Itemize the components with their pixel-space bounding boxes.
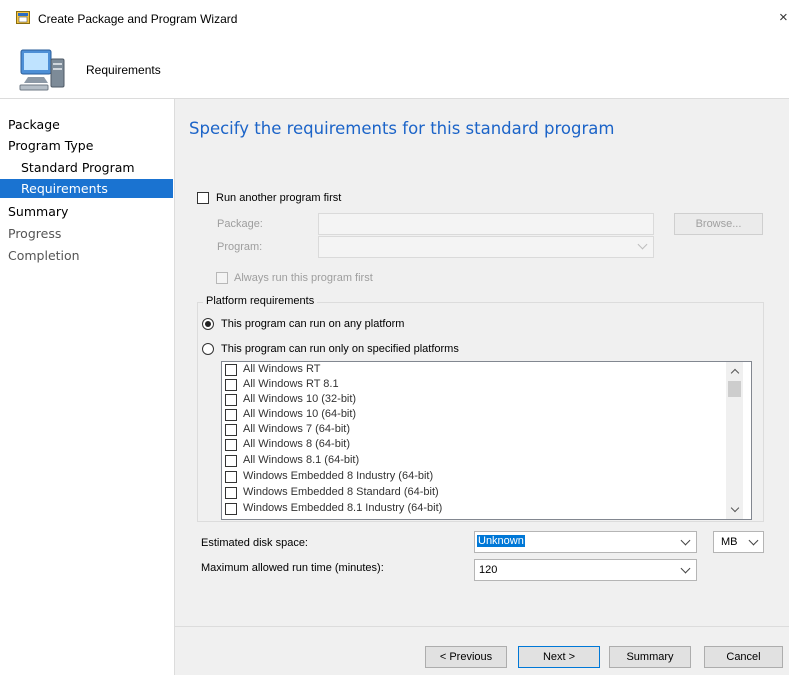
platform-list[interactable]: All Windows RT All Windows RT 8.1 All Wi… — [221, 361, 752, 520]
run-another-program-checkbox[interactable] — [197, 192, 209, 204]
close-icon[interactable]: × — [779, 9, 788, 26]
program-label: Program: — [217, 241, 263, 253]
specified-platforms-radio[interactable] — [202, 343, 214, 355]
list-item[interactable]: All Windows 10 (32-bit) — [222, 392, 722, 407]
list-item[interactable]: All Windows RT — [222, 362, 722, 377]
next-button[interactable]: Next > — [518, 646, 600, 668]
list-item[interactable]: Windows Embedded 8.1 Industry (64-bit) — [222, 501, 722, 516]
package-field[interactable] — [318, 213, 654, 235]
sidebar-item-label: Completion — [8, 248, 80, 263]
disk-space-label: Estimated disk space: — [201, 537, 308, 549]
run-time-value: 120 — [479, 564, 498, 576]
computer-icon — [19, 49, 65, 91]
platform-label: Windows Embedded 8 Standard (64-bit) — [243, 486, 439, 498]
list-item[interactable]: Windows Embedded 8 Standard (64-bit) — [222, 485, 722, 500]
platform-label: All Windows 8 (64-bit) — [243, 438, 350, 450]
sidebar-item-label: Summary — [8, 204, 69, 219]
sidebar-item-completion: Completion — [0, 246, 173, 266]
list-item[interactable]: All Windows 8.1 (64-bit) — [222, 453, 722, 468]
list-item[interactable]: All Windows 10 (64-bit) — [222, 407, 722, 422]
always-run-first-checkbox[interactable] — [216, 272, 228, 284]
disk-space-value: Unknown — [477, 535, 525, 547]
sidebar-item-label: Progress — [8, 226, 62, 241]
sidebar-item-package[interactable]: Package — [0, 115, 173, 135]
platform-checkbox[interactable] — [225, 364, 237, 376]
platform-checkbox[interactable] — [225, 394, 237, 406]
window-title: Create Package and Program Wizard — [38, 12, 238, 26]
platform-label: Windows Embedded 8 Industry (64-bit) — [243, 470, 434, 482]
platform-label: All Windows RT 8.1 — [243, 378, 339, 390]
any-platform-radio[interactable] — [202, 318, 214, 330]
disk-unit-value: MB — [721, 536, 738, 548]
platform-checkbox[interactable] — [225, 424, 237, 436]
platform-checkbox[interactable] — [225, 455, 237, 467]
list-item[interactable]: All Windows 7 (64-bit) — [222, 422, 722, 437]
any-platform-label: This program can run on any platform — [221, 318, 405, 330]
sidebar-item-label: Package — [8, 117, 60, 132]
list-item[interactable]: All Windows 8 (64-bit) — [222, 437, 722, 452]
platform-checkbox[interactable] — [225, 409, 237, 421]
summary-button[interactable]: Summary — [609, 646, 691, 668]
package-label: Package: — [217, 218, 263, 230]
platform-label: All Windows RT — [243, 363, 321, 375]
platform-label: All Windows 10 (32-bit) — [243, 393, 357, 405]
footer-divider — [175, 626, 789, 627]
program-dropdown[interactable] — [318, 236, 654, 258]
platform-checkbox[interactable] — [225, 471, 237, 483]
list-item[interactable]: All Windows RT 8.1 — [222, 377, 722, 392]
run-time-label: Maximum allowed run time (minutes): — [201, 562, 384, 574]
platform-label: All Windows 7 (64-bit) — [243, 423, 350, 435]
page-heading: Specify the requirements for this standa… — [189, 119, 615, 138]
sidebar-item-label: Program Type — [8, 138, 94, 153]
disk-space-dropdown[interactable]: Unknown — [474, 531, 697, 553]
sidebar-item-standard-program[interactable]: Standard Program — [0, 158, 173, 178]
wizard-steps-sidebar: Package Program Type Standard Program Re… — [0, 99, 173, 675]
platform-label: All Windows 10 (64-bit) — [243, 408, 357, 420]
previous-button[interactable]: < Previous — [425, 646, 507, 668]
scrollbar-thumb[interactable] — [728, 381, 741, 397]
sidebar-item-label: Requirements — [21, 181, 108, 196]
platform-checkbox[interactable] — [225, 379, 237, 391]
platform-requirements-label: Platform requirements — [203, 295, 318, 307]
run-time-dropdown[interactable]: 120 — [474, 559, 697, 581]
specified-platforms-label: This program can run only on specified p… — [221, 343, 459, 355]
platform-checkbox[interactable] — [225, 487, 237, 499]
always-run-first-label: Always run this program first — [234, 272, 373, 284]
page-header-title: Requirements — [86, 63, 161, 77]
sidebar-item-progress: Progress — [0, 224, 173, 244]
platform-label: All Windows 8.1 (64-bit) — [243, 454, 360, 466]
platform-checkbox[interactable] — [225, 503, 237, 515]
run-another-program-label: Run another program first — [216, 192, 342, 204]
sidebar-item-program-type[interactable]: Program Type — [0, 136, 173, 156]
sidebar-item-label: Standard Program — [21, 160, 135, 175]
platform-label: Windows Embedded 8.1 Industry (64-bit) — [243, 502, 443, 514]
platform-checkbox[interactable] — [225, 439, 237, 451]
sidebar-item-requirements[interactable]: Requirements — [0, 179, 173, 198]
cancel-button[interactable]: Cancel — [704, 646, 783, 668]
list-item[interactable]: Windows Embedded 8 Industry (64-bit) — [222, 469, 722, 484]
sidebar-item-summary[interactable]: Summary — [0, 202, 173, 222]
browse-button[interactable]: Browse... — [674, 213, 763, 235]
wizard-app-icon — [16, 11, 30, 24]
